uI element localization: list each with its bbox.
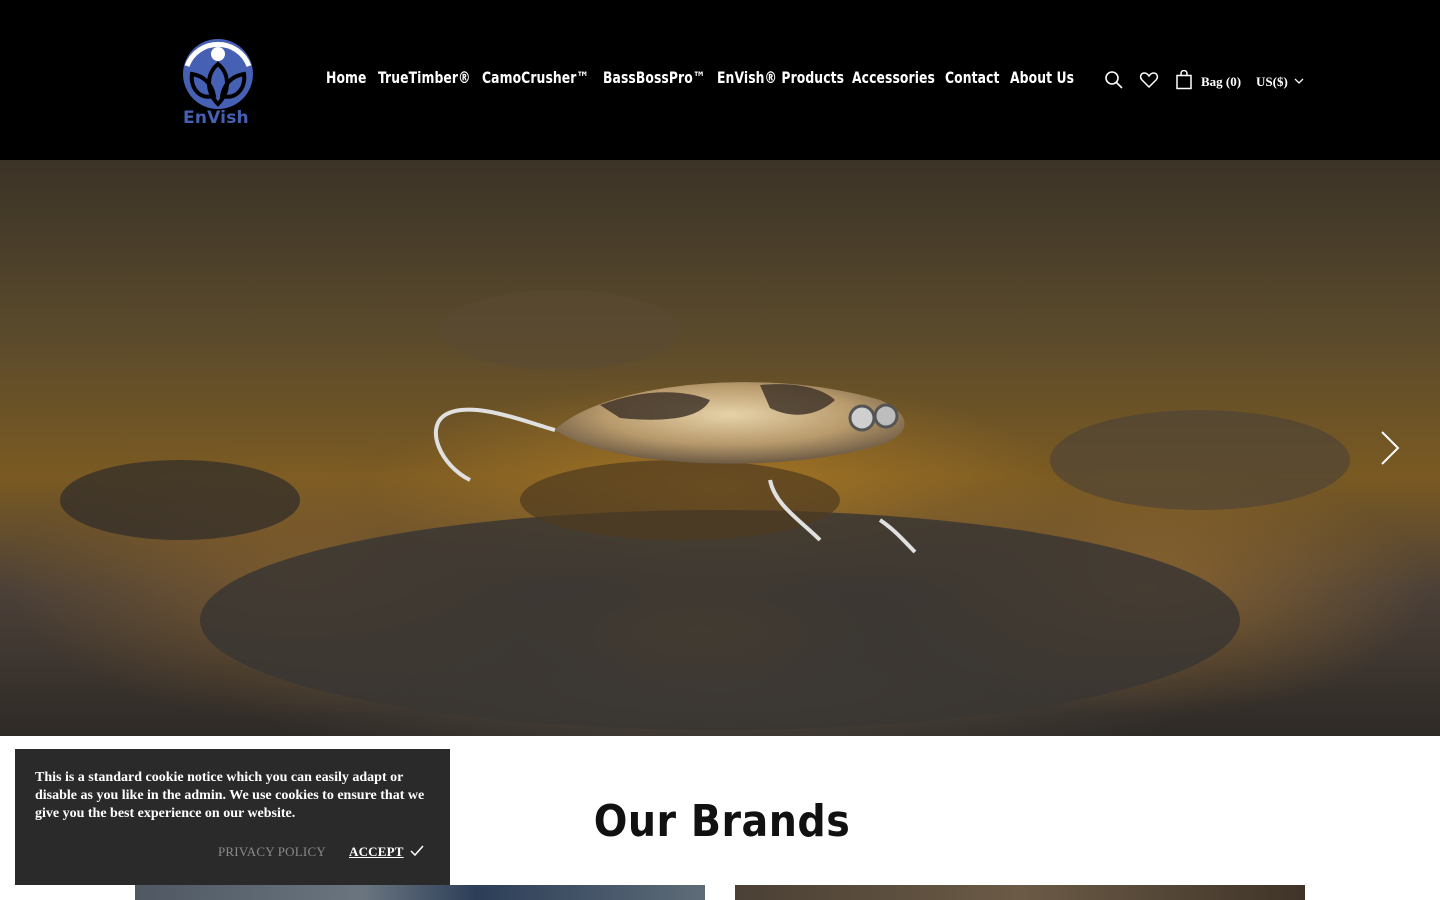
cookie-notice: This is a standard cookie notice which y… [15,749,450,885]
privacy-policy-link[interactable]: PRIVACY POLICY [218,844,326,860]
hero-banner [0,160,1440,736]
nav-bassbosspro[interactable]: BassBossPro™ [603,68,705,87]
nav-contact[interactable]: Contact [945,68,1000,87]
chevron-down-icon [1294,78,1304,84]
hero-image [60,290,1350,730]
heart-icon[interactable] [1139,70,1159,90]
nav-truetimber[interactable]: TrueTimber® [378,68,471,87]
currency-selector[interactable]: US($) [1256,74,1288,90]
logo-wordmark[interactable]: EnVish [183,108,249,128]
brand-card-camocrusher[interactable] [735,885,1305,900]
chevron-right-icon[interactable] [1378,430,1402,466]
nav-camocrusher[interactable]: CamoCrusher™ [482,68,589,87]
currency-label: US($) [1256,74,1288,89]
site-header: EnVish Home TrueTimber® CamoCrusher™ Bas… [0,0,1440,160]
bag-icon[interactable] [1175,70,1193,90]
search-icon[interactable] [1104,70,1124,90]
check-icon[interactable] [410,845,424,857]
nav-envish-products[interactable]: EnVish® Products [717,68,844,87]
logo-text: EnVish [183,108,249,128]
bag-count[interactable]: Bag (0) [1201,74,1241,90]
nav-about-us[interactable]: About Us [1010,68,1074,87]
accept-cookies-button[interactable]: ACCEPT [349,844,404,860]
nav-home[interactable]: Home [326,68,367,87]
brand-card-truetimber[interactable] [135,885,705,900]
cookie-text: This is a standard cookie notice which y… [35,770,425,821]
nav-accessories[interactable]: Accessories [852,68,935,87]
